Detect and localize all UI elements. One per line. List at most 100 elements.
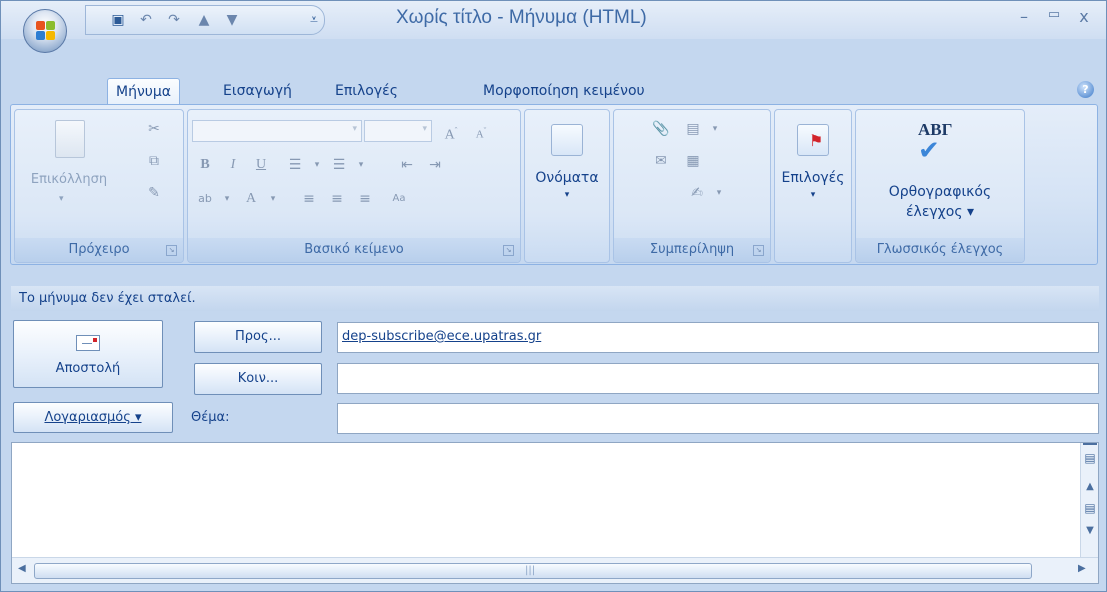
font-size-combo[interactable]: ▾: [364, 120, 432, 142]
tab-insert[interactable]: Εισαγωγή: [215, 78, 300, 105]
basic-text-launcher-icon[interactable]: ↘: [503, 245, 514, 256]
underline-icon[interactable]: U: [250, 154, 272, 176]
font-color-dropdown-icon[interactable]: ▾: [262, 188, 284, 210]
quick-access-toolbar: ▣ ↶ ↷ ▲ ▼ ⩡: [85, 5, 325, 35]
redo-icon[interactable]: ↷: [166, 12, 182, 28]
align-right-icon[interactable]: ≡: [354, 188, 376, 210]
down-arrow-icon[interactable]: ▼: [224, 12, 240, 28]
send-label: Αποστολή: [55, 361, 121, 376]
checkmark-icon: ✔: [918, 136, 940, 166]
format-painter-icon[interactable]: ✎: [143, 182, 165, 204]
spelling-label-line1: Ορθογραφικός: [888, 184, 992, 200]
font-name-combo[interactable]: ▾: [192, 120, 362, 142]
numbering-dropdown-icon[interactable]: ▾: [350, 154, 372, 176]
subject-field[interactable]: [337, 403, 1099, 434]
flag-icon: ⚑: [797, 124, 829, 156]
paste-button[interactable]: Επικόλληση: [19, 172, 119, 187]
scroll-right-icon[interactable]: ▶: [1078, 563, 1086, 574]
italic-icon[interactable]: I: [222, 154, 244, 176]
calendar-icon[interactable]: ▦: [682, 150, 704, 172]
send-envelope-icon: [76, 335, 100, 351]
names-dropdown-icon[interactable]: ▾: [525, 190, 609, 200]
grow-font-icon[interactable]: Aˆ: [440, 120, 462, 143]
group-clipboard: Επικόλληση ▾ ✂ ⧉ ✎ Πρόχειρο ↘: [14, 109, 184, 263]
clipboard-launcher-icon[interactable]: ↘: [166, 245, 177, 256]
cut-icon[interactable]: ✂: [143, 118, 165, 140]
help-icon[interactable]: ?: [1077, 81, 1094, 98]
signature-dropdown-icon[interactable]: ▾: [708, 182, 730, 204]
address-book-icon: [551, 124, 583, 156]
shrink-font-icon[interactable]: Aˇ: [470, 120, 492, 142]
group-basic-text: ▾ ▾ Aˆ Aˇ B I U ☰ ▾ ☰ ▾ ⇤ ⇥ ab ▾ A ▾ ≡ ≡…: [187, 109, 521, 263]
ruler-icon[interactable]: ▤: [1083, 451, 1097, 465]
options-dropdown-icon[interactable]: ▾: [775, 190, 851, 200]
bullets-icon[interactable]: ☰: [284, 154, 306, 176]
ribbon-tabs: Μήνυμα Εισαγωγή Επιλογές Μορφοποίηση κει…: [1, 69, 1106, 105]
spelling-label-line2: έλεγχος ▾: [905, 204, 975, 220]
bullets-dropdown-icon[interactable]: ▾: [306, 154, 328, 176]
spelling-button[interactable]: Ορθογραφικός έλεγχος ▾: [856, 182, 1024, 222]
clear-formatting-icon[interactable]: Aa: [388, 188, 410, 210]
group-label-proofing: Γλωσσικός έλεγχος: [856, 238, 1024, 262]
group-include: 📎 ▤ ▾ ✉ ▦ ✍ ▾ Συμπερίληψη ↘: [613, 109, 771, 263]
business-card-icon[interactable]: ▤: [682, 118, 704, 140]
tab-format-text[interactable]: Μορφοποίηση κειμένου: [475, 78, 653, 105]
paste-dropdown-icon[interactable]: ▾: [59, 194, 64, 204]
align-left-icon[interactable]: ≡: [298, 188, 320, 210]
group-options[interactable]: ⚑ Επιλογές ▾: [774, 109, 852, 263]
numbering-icon[interactable]: ☰: [328, 154, 350, 176]
horizontal-scroll-thumb[interactable]: |||: [34, 563, 1032, 579]
scroll-down-icon[interactable]: ▼: [1083, 525, 1097, 536]
group-label-clipboard: Πρόχειρο: [15, 238, 183, 262]
scroll-up-icon[interactable]: ▲: [1083, 481, 1097, 492]
up-arrow-icon[interactable]: ▲: [196, 12, 212, 28]
maximize-icon[interactable]: ▭: [1043, 7, 1065, 22]
customize-icon[interactable]: ⩡: [306, 12, 322, 28]
save-icon[interactable]: ▣: [110, 12, 126, 28]
window-title: Χωρίς τίτλο - Μήνυμα (HTML): [396, 7, 647, 28]
copy-icon[interactable]: ⧉: [143, 150, 165, 172]
message-body[interactable]: ▤ ▲ ▤ ▼ ◀ ||| ▶: [11, 442, 1099, 584]
cc-field[interactable]: [337, 363, 1099, 394]
group-names[interactable]: Ονόματα ▾: [524, 109, 610, 263]
split-handle-icon[interactable]: [1083, 443, 1097, 447]
office-button[interactable]: [23, 9, 67, 53]
font-color-icon[interactable]: A: [240, 188, 262, 210]
message-window: ▣ ↶ ↷ ▲ ▼ ⩡ Χωρίς τίτλο - Μήνυμα (HTML) …: [0, 0, 1107, 592]
to-field[interactable]: dep-subscribe@ece.upatras.gr: [337, 322, 1099, 353]
scroll-thumb-icon[interactable]: ▤: [1083, 501, 1097, 515]
tab-options[interactable]: Επιλογές: [327, 78, 406, 105]
bold-icon[interactable]: B: [194, 154, 216, 176]
signature-icon[interactable]: ✍: [686, 182, 708, 204]
attach-file-icon[interactable]: 📎: [650, 118, 672, 140]
attach-item-icon[interactable]: ✉: [650, 150, 672, 172]
highlight-icon[interactable]: ab: [194, 188, 216, 210]
group-label-include: Συμπερίληψη: [614, 238, 770, 262]
increase-indent-icon[interactable]: ⇥: [424, 154, 446, 176]
vertical-scrollbar[interactable]: ▤ ▲ ▤ ▼: [1080, 443, 1098, 557]
highlight-dropdown-icon[interactable]: ▾: [216, 188, 238, 210]
ribbon: Επικόλληση ▾ ✂ ⧉ ✎ Πρόχειρο ↘ ▾ ▾ Aˆ Aˇ …: [10, 104, 1098, 265]
horizontal-scrollbar[interactable]: ◀ ||| ▶: [12, 557, 1098, 583]
group-label-basic-text: Βασικό κείμενο: [188, 238, 520, 262]
title-bar: ▣ ↶ ↷ ▲ ▼ ⩡ Χωρίς τίτλο - Μήνυμα (HTML) …: [1, 1, 1106, 39]
include-launcher-icon[interactable]: ↘: [753, 245, 764, 256]
group-proofing: ΑΒΓ ✔ Ορθογραφικός έλεγχος ▾ Γλωσσικός έ…: [855, 109, 1025, 263]
grip-icon: |||: [525, 565, 536, 576]
paste-icon: [55, 120, 85, 158]
account-button[interactable]: Λογαριασμός ▾: [13, 402, 173, 433]
scroll-left-icon[interactable]: ◀: [18, 563, 26, 574]
undo-icon[interactable]: ↶: [138, 12, 154, 28]
minimize-icon[interactable]: –: [1013, 7, 1035, 26]
send-button[interactable]: Αποστολή: [13, 320, 163, 388]
to-button[interactable]: Προς...: [194, 321, 322, 353]
options-button[interactable]: Επιλογές: [775, 170, 851, 186]
office-logo-icon: [36, 21, 56, 41]
align-center-icon[interactable]: ≡: [326, 188, 348, 210]
cc-button[interactable]: Κοιν...: [194, 363, 322, 395]
names-button[interactable]: Ονόματα: [525, 170, 609, 186]
decrease-indent-icon[interactable]: ⇤: [396, 154, 418, 176]
close-icon[interactable]: x: [1073, 7, 1095, 26]
business-card-dropdown-icon[interactable]: ▾: [704, 118, 726, 140]
tab-message[interactable]: Μήνυμα: [107, 78, 181, 105]
